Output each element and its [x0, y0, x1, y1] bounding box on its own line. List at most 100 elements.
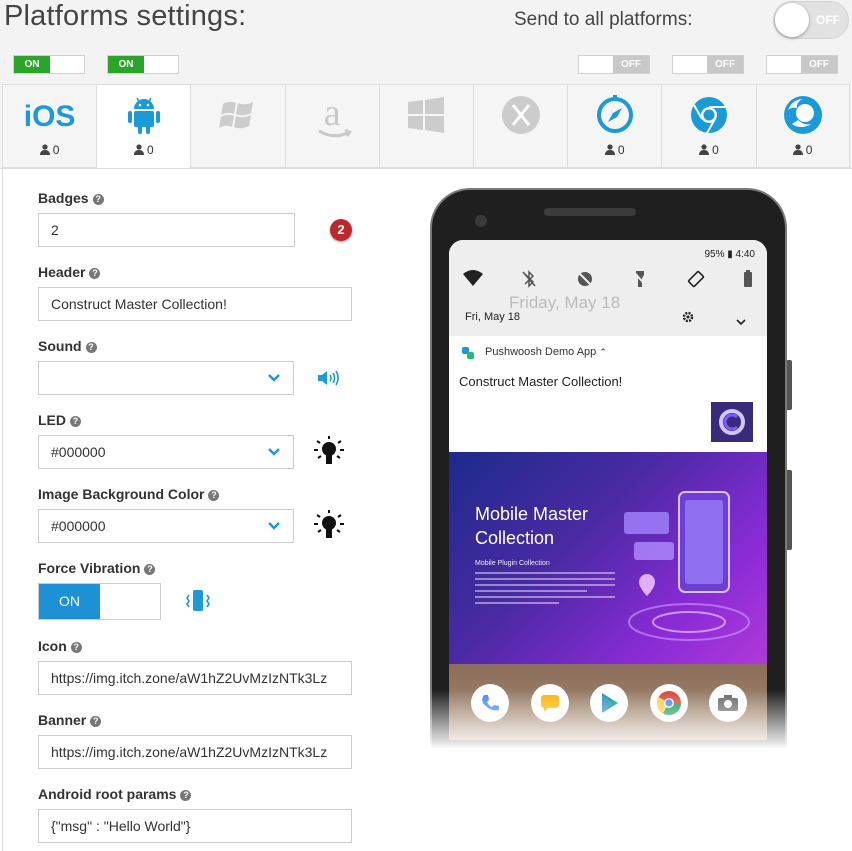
- chrome-platform-toggle[interactable]: OFF: [672, 55, 744, 74]
- phone-side-button: [787, 470, 792, 550]
- tab-chrome[interactable]: 0: [661, 84, 756, 168]
- expand-chevron-icon: [736, 313, 746, 331]
- help-icon[interactable]: ?: [89, 268, 101, 279]
- quick-settings-icons: [463, 270, 753, 293]
- qs-date: Fri, May 18: [465, 311, 521, 323]
- phone-side-button: [787, 360, 792, 410]
- firefox-icon: [782, 94, 824, 141]
- notification-title: Construct Master Collection!: [459, 374, 623, 389]
- tab-amazon[interactable]: a: [284, 84, 379, 168]
- tab-android[interactable]: 0: [96, 84, 191, 169]
- notification-thumbnail: [711, 402, 753, 442]
- send-all-toggle[interactable]: OFF: [773, 1, 849, 39]
- tab-windows-phone[interactable]: [190, 84, 285, 168]
- firefox-platform-toggle[interactable]: OFF: [766, 55, 838, 74]
- led-label: LED?: [38, 412, 81, 428]
- ios-platform-toggle[interactable]: ON: [13, 55, 85, 74]
- image-bg-label: Image Background Color?: [38, 486, 220, 502]
- chevron-down-icon: [267, 443, 280, 461]
- user-icon: [133, 144, 144, 158]
- send-all-state: OFF: [816, 13, 840, 27]
- notification-app-name: Pushwoosh Demo App ⌃: [485, 346, 607, 358]
- speaker-icon[interactable]: [316, 368, 340, 393]
- chevron-down-icon: [267, 517, 280, 535]
- led-color-input[interactable]: #000000: [38, 435, 255, 469]
- android-platform-toggle[interactable]: ON: [107, 55, 179, 74]
- banner-label-text: Banner: [38, 712, 87, 728]
- badges-input[interactable]: 2: [38, 213, 295, 247]
- banner-title: Mobile Master Collection: [475, 502, 588, 550]
- safari-icon: [595, 94, 635, 140]
- help-icon[interactable]: ?: [92, 194, 104, 205]
- root-params-label: Android root params?: [38, 786, 192, 802]
- badges-label-text: Badges: [38, 190, 89, 206]
- status-bar: 95% ▮ 4:40: [704, 249, 755, 260]
- dnd-off-icon: [576, 270, 594, 293]
- header-input[interactable]: Construct Master Collection!: [38, 287, 352, 321]
- help-icon[interactable]: ?: [85, 342, 97, 353]
- vibration-state: ON: [39, 584, 100, 619]
- panel-border: [2, 168, 3, 851]
- banner-title-line: Mobile Master: [475, 504, 589, 524]
- banner-subtitle: Mobile Plugin Collection: [475, 560, 550, 567]
- tab-windows[interactable]: [378, 84, 473, 168]
- sound-dropdown-button[interactable]: [254, 361, 294, 395]
- tab-firefox[interactable]: 0: [755, 84, 850, 168]
- banner-title-line: Collection: [475, 528, 555, 548]
- vibration-icon: [184, 589, 212, 618]
- image-bg-dropdown-button[interactable]: [254, 509, 294, 543]
- help-icon[interactable]: ?: [208, 490, 220, 501]
- icon-label-text: Icon: [38, 638, 67, 654]
- tab-mac-os[interactable]: [472, 84, 568, 168]
- platform-tabs: iOS 0 0 a 0 0 0: [2, 84, 850, 169]
- led-dropdown-button[interactable]: [254, 435, 294, 469]
- vibration-toggle[interactable]: ON: [38, 583, 161, 620]
- help-icon[interactable]: ?: [144, 564, 156, 575]
- windows-phone-icon: [217, 96, 259, 139]
- user-icon: [699, 144, 710, 158]
- image-bg-color-input[interactable]: #000000: [38, 509, 255, 543]
- phone-screen: 95% ▮ 4:40 Friday, May 18 Fri, May 18 Pu…: [449, 240, 767, 740]
- safari-platform-toggle[interactable]: OFF: [578, 55, 650, 74]
- page-title: Platforms settings:: [4, 0, 247, 32]
- send-all-label: Send to all platforms:: [514, 9, 693, 30]
- root-params-label-text: Android root params: [38, 786, 177, 802]
- help-icon[interactable]: ?: [180, 790, 192, 801]
- lightbulb-icon[interactable]: [312, 434, 346, 475]
- sound-label-text: Sound: [38, 338, 82, 354]
- phone-fade: [428, 690, 789, 750]
- badges-label: Badges?: [38, 190, 104, 206]
- tab-ios[interactable]: iOS 0: [2, 84, 97, 168]
- sound-select[interactable]: [38, 361, 255, 395]
- ios-text-icon: iOS: [23, 100, 76, 133]
- root-params-input[interactable]: {"msg" : "Hello World"}: [38, 809, 352, 843]
- phone-camera: [475, 215, 487, 227]
- help-icon[interactable]: ?: [70, 416, 81, 427]
- collapse-chevron-icon: ⌃: [599, 347, 607, 357]
- app-name-text: Pushwoosh Demo App: [485, 346, 597, 358]
- header-label: Header?: [38, 264, 101, 280]
- amazon-icon: a: [317, 91, 352, 138]
- chrome-icon: [689, 95, 729, 140]
- lightbulb-icon[interactable]: [312, 508, 346, 549]
- phone-speaker: [544, 208, 636, 216]
- banner-url-input[interactable]: https://img.itch.zone/aW1hZ2UvMzIzNTk3Lz: [38, 735, 352, 769]
- quick-settings: 95% ▮ 4:40 Friday, May 18 Fri, May 18: [449, 240, 767, 336]
- notification-card: Pushwoosh Demo App ⌃ Construct Master Co…: [449, 336, 767, 452]
- user-icon: [792, 144, 803, 158]
- tab-count-firefox: 0: [805, 143, 813, 157]
- help-icon[interactable]: ?: [90, 716, 102, 727]
- battery-saver-icon: [743, 270, 753, 293]
- sound-label: Sound?: [38, 338, 97, 354]
- icon-url-input[interactable]: https://img.itch.zone/aW1hZ2UvMzIzNTk3Lz: [38, 661, 352, 695]
- image-bg-label-text: Image Background Color: [38, 486, 205, 502]
- toggle-state: ON: [14, 56, 50, 73]
- toggle-knob: [775, 3, 809, 37]
- lockscreen-date: Friday, May 18: [509, 293, 621, 312]
- tab-count-safari: 0: [617, 143, 625, 157]
- tab-safari[interactable]: 0: [567, 84, 662, 168]
- help-icon[interactable]: ?: [70, 642, 82, 653]
- windows-icon: [407, 96, 445, 138]
- tab-count-ios: 0: [52, 143, 60, 157]
- icon-label: Icon?: [38, 638, 82, 654]
